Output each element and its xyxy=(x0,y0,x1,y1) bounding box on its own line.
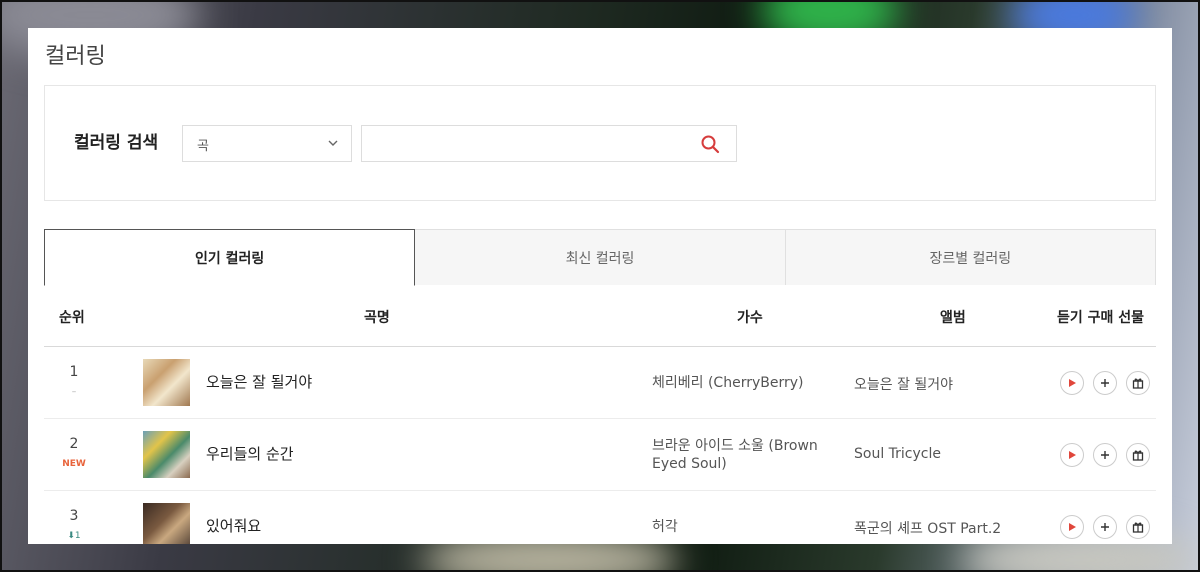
album-art-thumbnail[interactable] xyxy=(143,503,190,544)
play-icon[interactable] xyxy=(1060,371,1084,395)
chart-list: 1 – 오늘은 잘 될거야 체리베리 (CherryBerry) 오늘은 잘 될… xyxy=(44,347,1156,544)
album-name[interactable]: 폭군의 셰프 OST Part.2 xyxy=(854,518,1001,538)
album-art-thumbnail[interactable] xyxy=(143,359,190,406)
coloring-tabs: 인기 컬러링 최신 컬러링 장르별 컬러링 xyxy=(44,229,1156,285)
gift-icon[interactable] xyxy=(1126,515,1150,539)
row-actions xyxy=(1060,515,1150,539)
rank-change: ⬇1 xyxy=(44,531,104,541)
tab-genre[interactable]: 장르별 컬러링 xyxy=(786,229,1156,285)
header-artist: 가수 xyxy=(737,307,763,327)
row-actions xyxy=(1060,371,1150,395)
search-box: 컬러링 검색 곡 xyxy=(44,85,1156,201)
plus-icon[interactable] xyxy=(1093,443,1117,467)
search-field xyxy=(361,125,737,162)
album-art-thumbnail[interactable] xyxy=(143,431,190,478)
header-album: 앨범 xyxy=(940,307,966,327)
rank-number: 2 xyxy=(44,436,104,452)
play-icon[interactable] xyxy=(1060,515,1084,539)
album-name[interactable]: 오늘은 잘 될거야 xyxy=(854,374,953,394)
header-song: 곡명 xyxy=(364,307,390,327)
rank-change: – xyxy=(44,387,104,397)
search-type-select[interactable]: 곡 xyxy=(182,125,352,162)
new-badge: NEW xyxy=(44,459,104,469)
table-header: 순위 곡명 가수 앨범 듣기 구매 선물 xyxy=(44,285,1156,347)
search-icon[interactable] xyxy=(700,134,720,158)
rank-number: 3 xyxy=(44,508,104,524)
plus-icon[interactable] xyxy=(1093,515,1117,539)
row-actions xyxy=(1060,443,1150,467)
arrow-down-icon: ⬇ xyxy=(67,531,75,541)
chevron-down-icon xyxy=(327,137,339,153)
song-title[interactable]: 오늘은 잘 될거야 xyxy=(206,371,312,392)
tab-latest[interactable]: 최신 컬러링 xyxy=(415,229,785,285)
play-icon[interactable] xyxy=(1060,443,1084,467)
table-row: 3 ⬇1 있어줘요 허각 폭군의 셰프 OST Part.2 xyxy=(44,491,1156,544)
page-title: 컬러링 xyxy=(45,38,106,70)
search-input[interactable] xyxy=(362,126,692,161)
table-row: 2 NEW 우리들의 순간 브라운 아이드 소울 (Brown Eyed Sou… xyxy=(44,419,1156,491)
search-label: 컬러링 검색 xyxy=(74,128,158,153)
artist-name[interactable]: 브라운 아이드 소울 (Brown Eyed Soul) xyxy=(652,437,842,473)
tab-popular[interactable]: 인기 컬러링 xyxy=(44,229,415,286)
gift-icon[interactable] xyxy=(1126,443,1150,467)
album-name[interactable]: Soul Tricycle xyxy=(854,446,941,462)
search-type-value: 곡 xyxy=(197,139,209,154)
rank-number: 1 xyxy=(44,364,104,380)
artist-name[interactable]: 체리베리 (CherryBerry) xyxy=(652,374,842,392)
artist-name[interactable]: 허각 xyxy=(652,518,842,536)
table-row: 1 – 오늘은 잘 될거야 체리베리 (CherryBerry) 오늘은 잘 될… xyxy=(44,347,1156,419)
song-title[interactable]: 우리들의 순간 xyxy=(206,443,294,464)
header-rank: 순위 xyxy=(59,307,85,327)
coloring-panel: 컬러링 컬러링 검색 곡 인기 컬러링 최신 컬러링 장르별 컬러링 순위 곡명… xyxy=(28,28,1172,544)
gift-icon[interactable] xyxy=(1126,371,1150,395)
plus-icon[interactable] xyxy=(1093,371,1117,395)
song-title[interactable]: 있어줘요 xyxy=(206,515,261,536)
header-actions: 듣기 구매 선물 xyxy=(1057,307,1144,327)
